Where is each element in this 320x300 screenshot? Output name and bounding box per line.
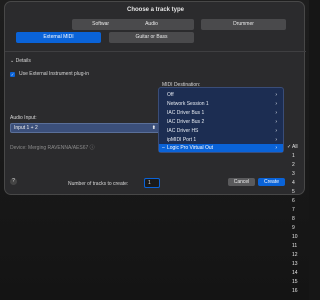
channel-item[interactable]: 6 xyxy=(286,197,309,205)
guitar-or-bass-button[interactable]: Guitar or Bass xyxy=(109,32,194,43)
cancel-button[interactable]: Cancel xyxy=(228,178,255,186)
tracks-count-label: Number of tracks to create: xyxy=(68,181,129,187)
midi-destination-menu: Off › Network Session 1 › IAC Driver Bus… xyxy=(158,87,284,153)
channel-item-all[interactable]: ✓ All xyxy=(286,143,309,151)
chevron-right-icon: › xyxy=(275,137,277,143)
midi-channel-submenu: ✓ All 1 2 3 4 5 6 7 8 9 10 11 12 13 14 1… xyxy=(286,140,309,300)
channel-item[interactable]: 9 xyxy=(286,224,309,232)
audio-button[interactable]: Audio xyxy=(109,19,194,30)
menu-item-network-session[interactable]: Network Session 1 › xyxy=(159,100,283,108)
popup-arrows-icon: ⬍ xyxy=(151,125,156,131)
checkmark-icon: ✓ xyxy=(287,144,292,150)
chevron-right-icon: › xyxy=(275,145,277,151)
external-midi-button[interactable]: External MIDI xyxy=(16,32,101,43)
selected-dash-icon: – xyxy=(162,145,165,151)
channel-item[interactable]: 16 xyxy=(286,287,309,295)
channel-item[interactable]: 2 xyxy=(286,161,309,169)
channel-item[interactable]: 12 xyxy=(286,251,309,259)
chevron-right-icon: › xyxy=(275,92,277,98)
audio-input-label: Audio Input: xyxy=(10,115,37,121)
channel-item[interactable]: 1 xyxy=(286,152,309,160)
dialog-title: Choose a track type xyxy=(126,7,185,13)
channel-item[interactable]: 10 xyxy=(286,233,309,241)
menu-item-iac-hs[interactable]: IAC Driver HS › xyxy=(159,127,283,135)
menu-item-off[interactable]: Off › xyxy=(159,91,283,99)
channel-item[interactable]: 3 xyxy=(286,170,309,178)
details-disclosure[interactable]: ⌄ Details xyxy=(10,58,31,64)
divider xyxy=(5,51,306,52)
help-button[interactable]: ? xyxy=(10,178,17,185)
chevron-right-icon: › xyxy=(275,128,277,134)
chevron-down-icon: ⌄ xyxy=(10,58,15,64)
menu-item-ipmidi-port-1[interactable]: ipMIDI Port 1 › xyxy=(159,136,283,144)
chevron-right-icon: › xyxy=(275,110,277,116)
channel-item[interactable]: 15 xyxy=(286,278,309,286)
channel-item[interactable]: 4 xyxy=(286,179,309,187)
use-plugin-label: Use External Instrument plug-in xyxy=(19,71,90,77)
tracks-count-field[interactable]: 1 xyxy=(144,178,160,188)
channel-item[interactable]: 13 xyxy=(286,260,309,268)
drummer-button[interactable]: Drummer xyxy=(201,19,286,30)
audio-input-popup[interactable]: Input 1 + 2 ⬍ xyxy=(10,123,160,133)
chevron-right-icon: › xyxy=(275,101,277,107)
create-button[interactable]: Create xyxy=(258,178,285,186)
chevron-right-icon: › xyxy=(275,119,277,125)
info-icon: ⓘ xyxy=(89,145,95,151)
channel-item[interactable]: 5 xyxy=(286,188,309,196)
channel-item[interactable]: 8 xyxy=(286,215,309,223)
menu-item-iac-bus-2[interactable]: IAC Driver Bus 2 › xyxy=(159,118,283,126)
device-label: Device: Merging RAVENNA/AES67 ⓘ xyxy=(10,145,95,151)
channel-item[interactable]: 11 xyxy=(286,242,309,250)
menu-item-iac-bus-1[interactable]: IAC Driver Bus 1 › xyxy=(159,109,283,117)
menu-item-logic-pro-virtual-out[interactable]: – Logic Pro Virtual Out › xyxy=(159,144,283,152)
channel-item[interactable]: 7 xyxy=(286,206,309,214)
channel-item[interactable]: 14 xyxy=(286,269,309,277)
use-plugin-checkbox[interactable]: ✓ xyxy=(10,72,15,77)
